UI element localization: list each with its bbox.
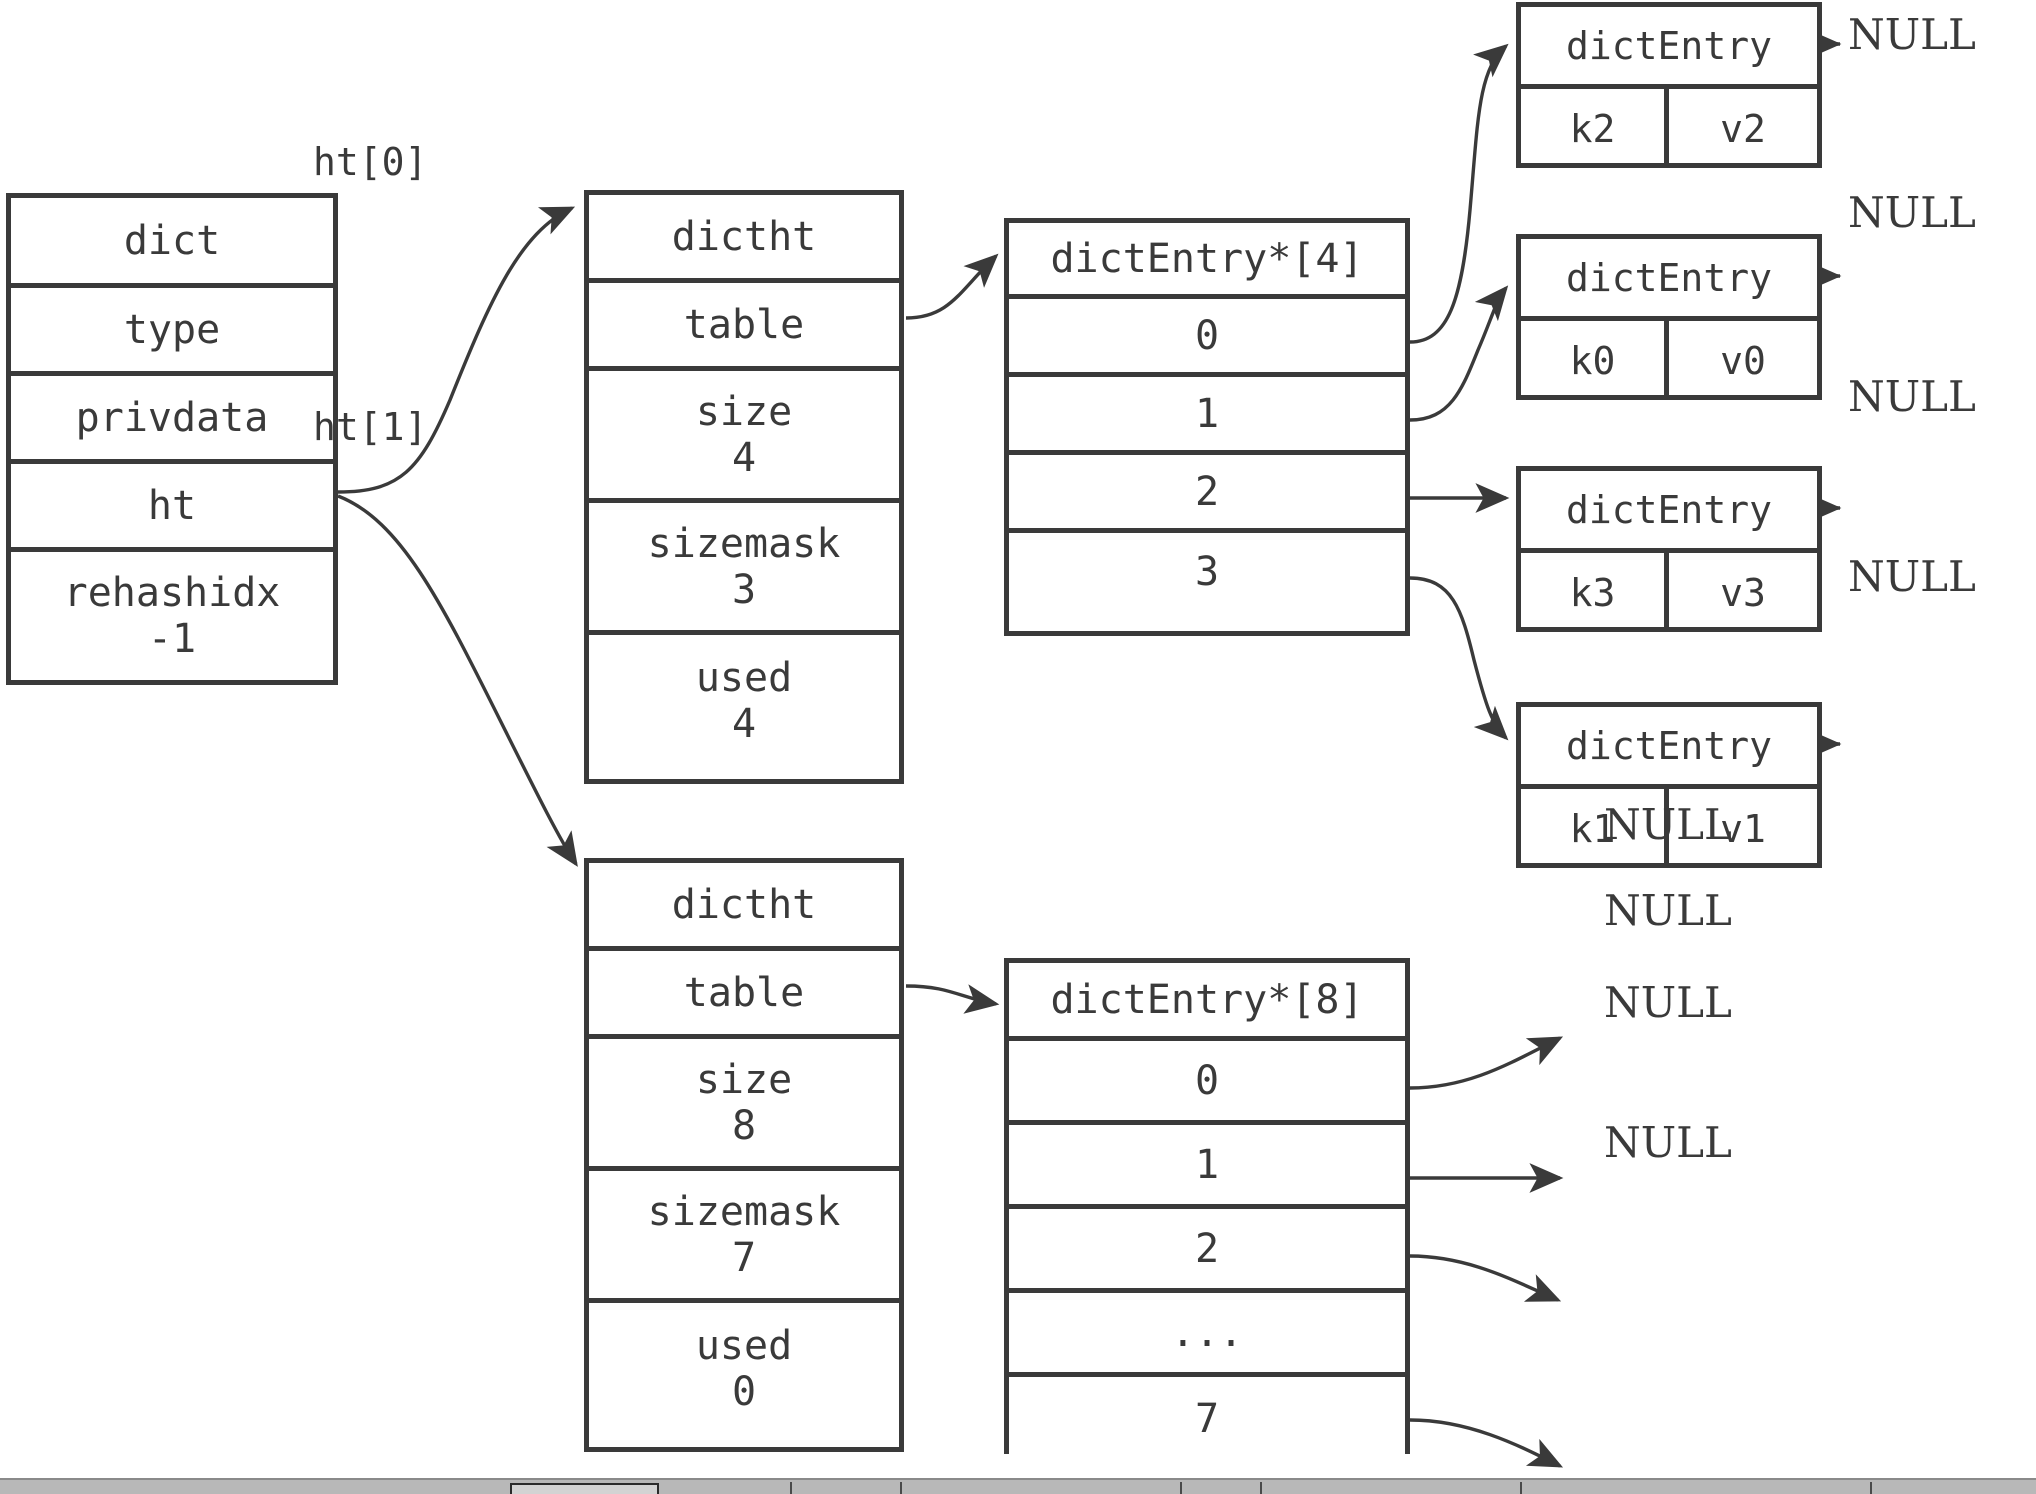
arrow-ht0: [337, 206, 576, 494]
dict-entry-title: dictEntry: [1521, 471, 1817, 553]
bucket-slot: 0: [1009, 299, 1405, 377]
chrome-divider: [900, 1482, 902, 1494]
chrome-divider: [1180, 1482, 1182, 1494]
dict-entry-kv-row: k3 v3: [1521, 553, 1817, 632]
dict-entry-node: dictEntry k3 v3: [1516, 466, 1822, 632]
bucket-array-8-header: dictEntry*[8]: [1009, 963, 1405, 1041]
dict-entry-key: k2: [1521, 89, 1669, 168]
dictht-1-used-field: used 0: [589, 1303, 899, 1435]
diagram-canvas: dict type privdata ht rehashidx -1 ht[0]…: [0, 0, 2036, 1494]
bucket-slot-ellipsis: ...: [1009, 1293, 1405, 1377]
dict-entry-key: k0: [1521, 321, 1669, 400]
null-label: NULL: [1604, 1118, 1732, 1167]
arrow-b0-null: [1409, 1036, 1564, 1090]
null-label: NULL: [1848, 552, 1976, 601]
dict-entry-value: v3: [1720, 570, 1766, 615]
dict-field-rehashidx: rehashidx -1: [11, 552, 333, 680]
dict-field-type: type: [11, 288, 333, 376]
bucket-slot: 7: [1009, 1377, 1405, 1461]
bucket-slot: 0: [1009, 1041, 1405, 1125]
dict-entry-key: k3: [1521, 553, 1669, 632]
dictht-0-used-field: used 4: [589, 635, 899, 767]
arrow-slot1-k0: [1409, 285, 1509, 422]
dictht-1-sizemask-label: sizemask: [647, 1188, 841, 1235]
dictht-0-table-field: table: [589, 283, 899, 371]
arrow-slot0-k2: [1409, 43, 1509, 344]
dictht-0-sizemask-field: sizemask 3: [589, 503, 899, 635]
arrow-ht1: [337, 494, 578, 867]
dict-entry-node: dictEntry k2 v2: [1516, 2, 1822, 168]
label-ht1: ht[1]: [313, 405, 428, 449]
dict-entry-title: dictEntry: [1521, 707, 1817, 789]
dictht-0-used-value: 4: [731, 701, 757, 747]
null-label: NULL: [1604, 978, 1732, 1027]
arrow-b7-null: [1409, 1418, 1564, 1468]
dictht-0-size-value: 4: [731, 434, 757, 481]
dict-struct-title: dict: [11, 198, 333, 288]
null-label: NULL: [1604, 800, 1732, 849]
dictht-1-used-value: 0: [731, 1369, 757, 1415]
null-label: NULL: [1604, 886, 1732, 935]
dictht-0-size-field: size 4: [589, 371, 899, 503]
chrome-divider: [790, 1482, 792, 1494]
null-label: NULL: [1848, 188, 1976, 237]
bucket-array-4-box: dictEntry*[4] 0 1 2 3: [1004, 218, 1410, 636]
dict-field-privdata: privdata: [11, 376, 333, 464]
dict-struct-box: dict type privdata ht rehashidx -1: [6, 193, 338, 685]
bucket-array-8-box: dictEntry*[8] 0 1 2 ... 7: [1004, 958, 1410, 1461]
dict-entry-kv-row: k0 v0: [1521, 321, 1817, 400]
bucket-slot: 1: [1009, 1125, 1405, 1209]
dictht-0-used-label: used: [695, 655, 793, 701]
dict-field-rehashidx-label: rehashidx: [63, 570, 281, 616]
dict-entry-value: v0: [1720, 338, 1766, 383]
dict-entry-title: dictEntry: [1521, 7, 1817, 89]
bucket-array-4-header: dictEntry*[4]: [1009, 223, 1405, 299]
dict-entry-node: dictEntry k0 v0: [1516, 234, 1822, 400]
null-label: NULL: [1848, 10, 1976, 59]
dictht-0-size-label: size: [695, 388, 793, 435]
bucket-slot: 3: [1009, 533, 1405, 611]
dictht-1-title: dictht: [589, 863, 899, 951]
dictht-1-box: dictht table size 8 sizemask 7 used 0: [584, 858, 904, 1452]
dictht-1-sizemask-field: sizemask 7: [589, 1171, 899, 1303]
arrow-b2-null: [1409, 1254, 1562, 1302]
bottom-chrome-strip: [0, 1478, 2036, 1494]
arrow-table1: [905, 984, 1000, 1014]
bucket-slot: 2: [1009, 455, 1405, 533]
dictht-0-title: dictht: [589, 195, 899, 283]
dictht-0-box: dictht table size 4 sizemask 3 used 4: [584, 190, 904, 784]
chrome-divider: [1520, 1482, 1522, 1494]
dictht-1-size-label: size: [695, 1056, 793, 1103]
bucket-slot: 1: [1009, 377, 1405, 455]
dict-field-ht: ht: [11, 464, 333, 552]
dictht-0-sizemask-label: sizemask: [647, 520, 841, 567]
dict-entry-kv-row: k2 v2: [1521, 89, 1817, 168]
dictht-1-used-label: used: [695, 1323, 793, 1369]
dict-field-rehashidx-value: -1: [147, 616, 197, 662]
dictht-1-size-field: size 8: [589, 1039, 899, 1171]
dict-entry-value: v2: [1720, 106, 1766, 151]
dictht-1-size-value: 8: [731, 1102, 757, 1149]
chrome-divider: [1260, 1482, 1262, 1494]
dictht-1-table-field: table: [589, 951, 899, 1039]
arrow-slot3-k1: [1409, 576, 1509, 741]
dictht-1-sizemask-value: 7: [731, 1234, 757, 1281]
bucket-slot: 2: [1009, 1209, 1405, 1293]
chrome-divider: [1870, 1482, 1872, 1494]
dict-entry-title: dictEntry: [1521, 239, 1817, 321]
arrow-table0: [905, 253, 999, 320]
dictht-0-sizemask-value: 3: [731, 566, 757, 613]
label-ht0: ht[0]: [313, 140, 428, 184]
null-label: NULL: [1848, 372, 1976, 421]
chrome-widget: [510, 1483, 659, 1494]
